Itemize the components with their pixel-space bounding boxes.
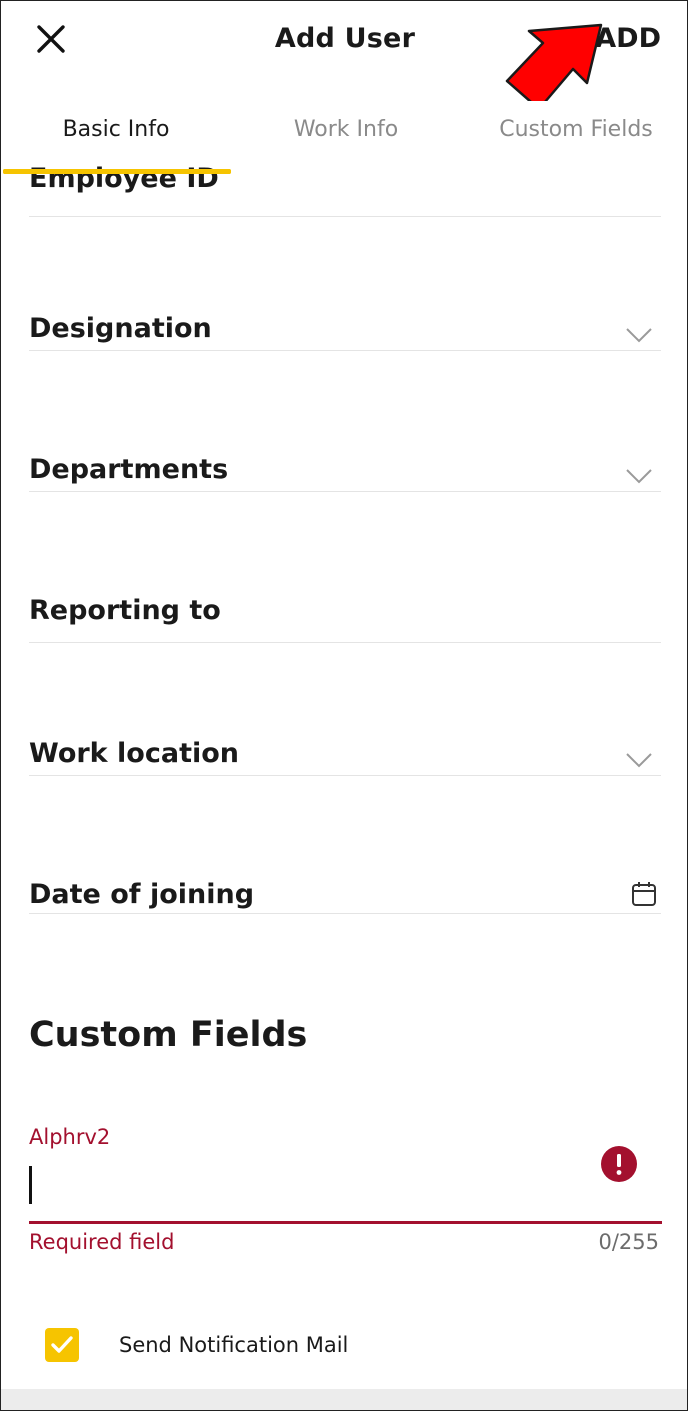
check-icon: [51, 1336, 73, 1353]
work-location-field[interactable]: Work location: [29, 738, 661, 778]
bottom-bar: [1, 1389, 687, 1410]
departments-field[interactable]: Departments: [29, 454, 661, 494]
reporting-to-field[interactable]: Reporting to: [29, 595, 661, 645]
reporting-to-label: Reporting to: [29, 595, 221, 626]
date-of-joining-label: Date of joining: [29, 879, 255, 910]
field-divider: [29, 216, 661, 217]
calendar-icon[interactable]: [631, 881, 657, 907]
date-of-joining-field[interactable]: Date of joining: [29, 879, 661, 915]
add-button[interactable]: ADD: [595, 23, 661, 54]
character-counter: 0/255: [598, 1230, 659, 1254]
chevron-down-icon: [626, 469, 652, 484]
error-underline: [29, 1221, 662, 1224]
departments-label: Departments: [29, 454, 229, 485]
send-notification-checkbox[interactable]: [45, 1328, 79, 1362]
tab-basic-info-label[interactable]: Basic Info: [1, 117, 231, 142]
active-tab-underline: [3, 169, 231, 174]
add-user-screen: Add User ADD Basic Info Work Info Custom…: [0, 0, 688, 1411]
custom-fields-heading: Custom Fields: [29, 1015, 308, 1055]
tab-custom-fields-label[interactable]: Custom Fields: [461, 117, 687, 142]
field-divider: [29, 491, 661, 492]
tab-bar-overlay: Basic Info Work Info Custom Fields: [1, 101, 687, 174]
designation-label: Designation: [29, 313, 212, 344]
alphrv2-input[interactable]: [29, 1161, 661, 1223]
field-divider: [29, 642, 661, 643]
chevron-down-icon: [626, 753, 652, 768]
tab-work-info-label[interactable]: Work Info: [231, 117, 461, 142]
required-field-message: Required field: [29, 1230, 175, 1254]
page-title: Add User: [274, 23, 416, 54]
work-location-label: Work location: [29, 738, 240, 769]
field-divider: [29, 350, 661, 351]
designation-field[interactable]: Designation: [29, 313, 661, 353]
app-header: Add User ADD: [1, 1, 687, 81]
send-notification-label[interactable]: Send Notification Mail: [119, 1333, 348, 1357]
alphrv2-label: Alphrv2: [29, 1125, 111, 1149]
field-divider: [29, 775, 661, 776]
chevron-down-icon: [626, 328, 652, 343]
field-divider: [29, 913, 661, 914]
error-icon: [601, 1146, 637, 1182]
text-caret: [29, 1166, 32, 1204]
